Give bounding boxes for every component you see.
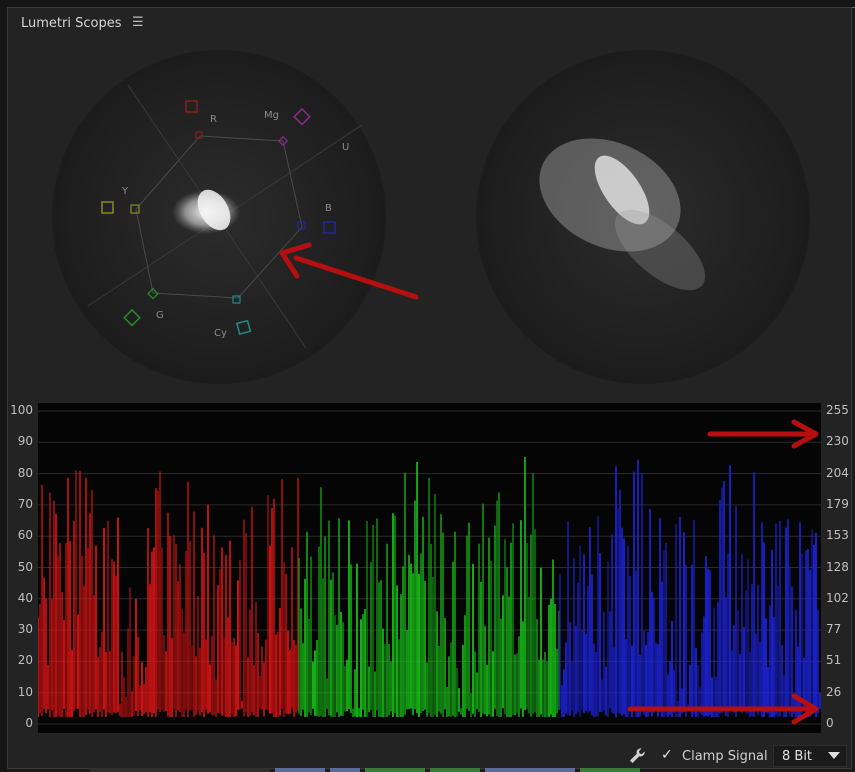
waveform-left-tick: 50 — [17, 559, 33, 574]
waveform-left-tick: 90 — [17, 434, 33, 449]
waveform-right-tick: 230 — [826, 434, 849, 449]
waveform-svg — [38, 410, 821, 725]
vector-label-r: R — [210, 114, 217, 125]
waveform-right-tick: 0 — [826, 716, 834, 730]
vector-label-y: Y — [121, 186, 129, 197]
taskbar-strip — [90, 768, 640, 772]
waveform-left-tick: 10 — [17, 684, 33, 699]
waveform-right-tick: 51 — [826, 653, 842, 668]
rgb-parade-waveform — [38, 403, 821, 733]
waveform-left-tick: 60 — [17, 528, 33, 543]
chevron-down-icon — [828, 752, 840, 759]
waveform-right-tick: 128 — [826, 559, 849, 574]
waveform-left-tick: 70 — [17, 496, 33, 511]
vectorscope-right — [476, 50, 810, 384]
waveform-channel-blue — [559, 459, 821, 717]
vector-label-b: B — [325, 203, 332, 214]
vector-label-mg: Mg — [264, 110, 279, 121]
vectorscopes: R Mg U B Cy G Y — [52, 50, 810, 384]
waveform-right-tick: 255 — [826, 403, 849, 417]
scopes-area: R Mg U B Cy G Y 100 90 80 70 60 50 40 30 20 10 0 2… — [0, 0, 855, 772]
vectorscope-left: R Mg U B Cy G Y — [52, 50, 386, 384]
bit-depth-value: 8 Bit — [782, 749, 813, 764]
vector-label-cy: Cy — [214, 328, 227, 339]
wrench-icon[interactable] — [627, 746, 647, 766]
waveform-right-tick: 153 — [826, 528, 849, 543]
waveform-left-tick: 100 — [10, 403, 33, 417]
clamp-signal-checkbox[interactable]: ✓ — [661, 748, 675, 762]
waveform-channel-green — [298, 456, 560, 717]
vector-label-u: U — [342, 142, 349, 153]
waveform-right-tick: 77 — [826, 622, 842, 637]
waveform-right-tick: 204 — [826, 465, 849, 480]
waveform-right-tick: 102 — [826, 590, 849, 605]
vector-label-g: G — [156, 310, 164, 321]
waveform-left-tick: 40 — [17, 590, 33, 605]
waveform-right-tick: 26 — [826, 684, 842, 699]
waveform-right-tick: 179 — [826, 496, 849, 511]
waveform-left-tick: 20 — [17, 653, 33, 668]
waveform-channel-red — [38, 470, 299, 717]
bit-depth-select[interactable]: 8 Bit — [773, 745, 847, 767]
clamp-signal-label: Clamp Signal — [682, 749, 768, 764]
waveform-left-tick: 80 — [17, 465, 33, 480]
waveform-left-tick: 0 — [25, 716, 33, 730]
waveform-left-tick: 30 — [17, 622, 33, 637]
